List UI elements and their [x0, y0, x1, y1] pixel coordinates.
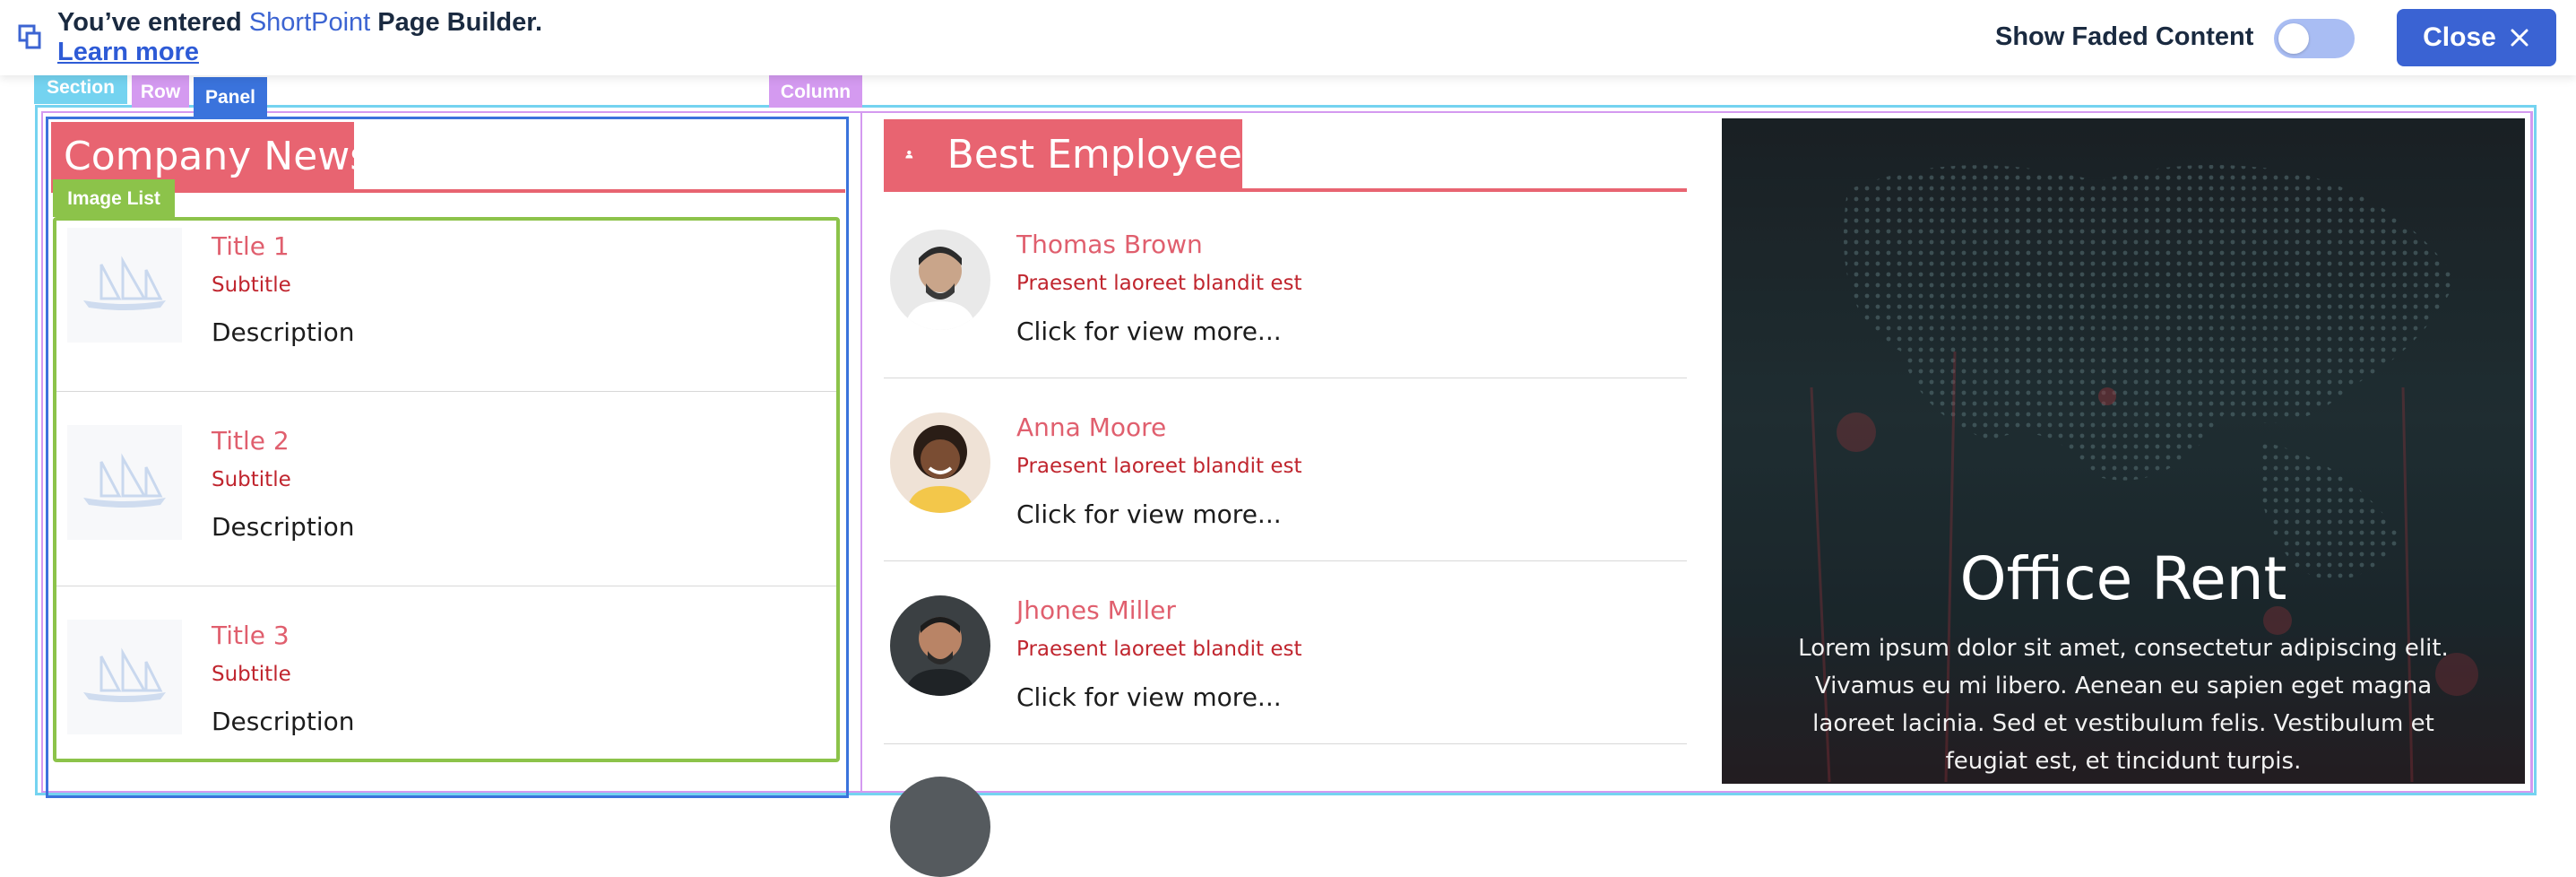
- close-builder-button[interactable]: Close: [2397, 9, 2556, 66]
- office-rent-tile[interactable]: Office Rent Lorem ipsum dolor sit amet, …: [1722, 118, 2525, 784]
- avatar: [890, 230, 990, 330]
- list-item[interactable]: Title 3 Subtitle Description: [56, 586, 836, 759]
- item-subtitle: Subtitle: [212, 468, 291, 491]
- learn-more-link[interactable]: Learn more: [57, 37, 199, 67]
- builder-intro-text: You’ve entered ShortPoint Page Builder.: [57, 8, 542, 37]
- intro-after: Page Builder.: [370, 8, 543, 37]
- best-employee-header: Best Employee: [884, 119, 1242, 189]
- office-rent-title: Office Rent: [1959, 544, 2287, 613]
- list-item[interactable]: Title 1 Subtitle Description: [56, 221, 836, 391]
- item-subtitle: Subtitle: [212, 663, 291, 686]
- row-tag[interactable]: Row: [132, 75, 189, 108]
- employee-photo-icon: [890, 230, 990, 330]
- employee-view-more-link[interactable]: Click for view more...: [1016, 682, 1282, 712]
- employee-view-more-link[interactable]: Click for view more...: [1016, 317, 1282, 346]
- employee-item[interactable]: Thomas Brown Praesent laoreet blandit es…: [884, 193, 1687, 378]
- list-divider: [884, 743, 1687, 744]
- item-title[interactable]: Title 3: [212, 621, 290, 650]
- employee-item[interactable]: Jhones Miller Praesent laoreet blandit e…: [884, 561, 1687, 743]
- ship-placeholder-icon: [83, 256, 166, 310]
- employee-view-more-link[interactable]: Click for view more...: [1016, 499, 1282, 529]
- item-description: Description: [212, 707, 355, 736]
- avatar: [890, 777, 990, 877]
- image-list-tag[interactable]: Image List: [53, 179, 175, 217]
- office-rent-body: Lorem ipsum dolor sit amet, consectetur …: [1798, 635, 2449, 775]
- toggle-knob: [2278, 23, 2309, 54]
- close-icon: [2511, 29, 2528, 47]
- item-description: Description: [212, 317, 355, 347]
- show-faded-content-label: Show Faded Content: [1995, 22, 2254, 51]
- show-faded-content-toggle[interactable]: [2274, 19, 2355, 58]
- avatar: [890, 412, 990, 513]
- ship-placeholder-icon: [83, 453, 166, 508]
- item-title[interactable]: Title 1: [212, 231, 290, 261]
- panel-tag[interactable]: Panel: [194, 77, 267, 117]
- brand-name: ShortPoint: [248, 8, 371, 37]
- page-builder-notice-bar: You’ve entered ShortPoint Page Builder. …: [0, 0, 2576, 75]
- ship-placeholder-icon: [83, 647, 166, 702]
- best-employee-header-rule: [884, 188, 1687, 192]
- close-button-label: Close: [2423, 22, 2496, 52]
- shortpoint-logo-icon: [18, 24, 41, 49]
- employee-photo-icon: [890, 412, 990, 513]
- item-subtitle: Subtitle: [212, 274, 291, 297]
- person-icon: [905, 150, 913, 159]
- item-thumbnail: [67, 228, 182, 343]
- item-title[interactable]: Title 2: [212, 426, 290, 456]
- employee-name[interactable]: Anna Moore: [1016, 412, 1166, 442]
- avatar: [890, 595, 990, 696]
- list-item[interactable]: Title 2 Subtitle Description: [56, 392, 836, 586]
- item-description: Description: [212, 512, 355, 542]
- company-news-title: Company News: [64, 133, 371, 179]
- column-tag[interactable]: Column: [769, 75, 862, 108]
- best-employee-title: Best Employee: [947, 131, 1242, 178]
- intro-before: You’ve entered: [57, 8, 249, 37]
- employee-subtitle: Praesent laoreet blandit est: [1016, 455, 1302, 478]
- employee-subtitle: Praesent laoreet blandit est: [1016, 272, 1302, 295]
- item-thumbnail: [67, 425, 182, 540]
- item-thumbnail: [67, 620, 182, 734]
- employee-photo-icon: [890, 595, 990, 696]
- employee-name[interactable]: Thomas Brown: [1016, 230, 1203, 259]
- employee-item[interactable]: Anna Moore Praesent laoreet blandit est …: [884, 378, 1687, 560]
- employee-name[interactable]: Jhones Miller: [1016, 595, 1176, 625]
- employee-subtitle: Praesent laoreet blandit est: [1016, 638, 1302, 661]
